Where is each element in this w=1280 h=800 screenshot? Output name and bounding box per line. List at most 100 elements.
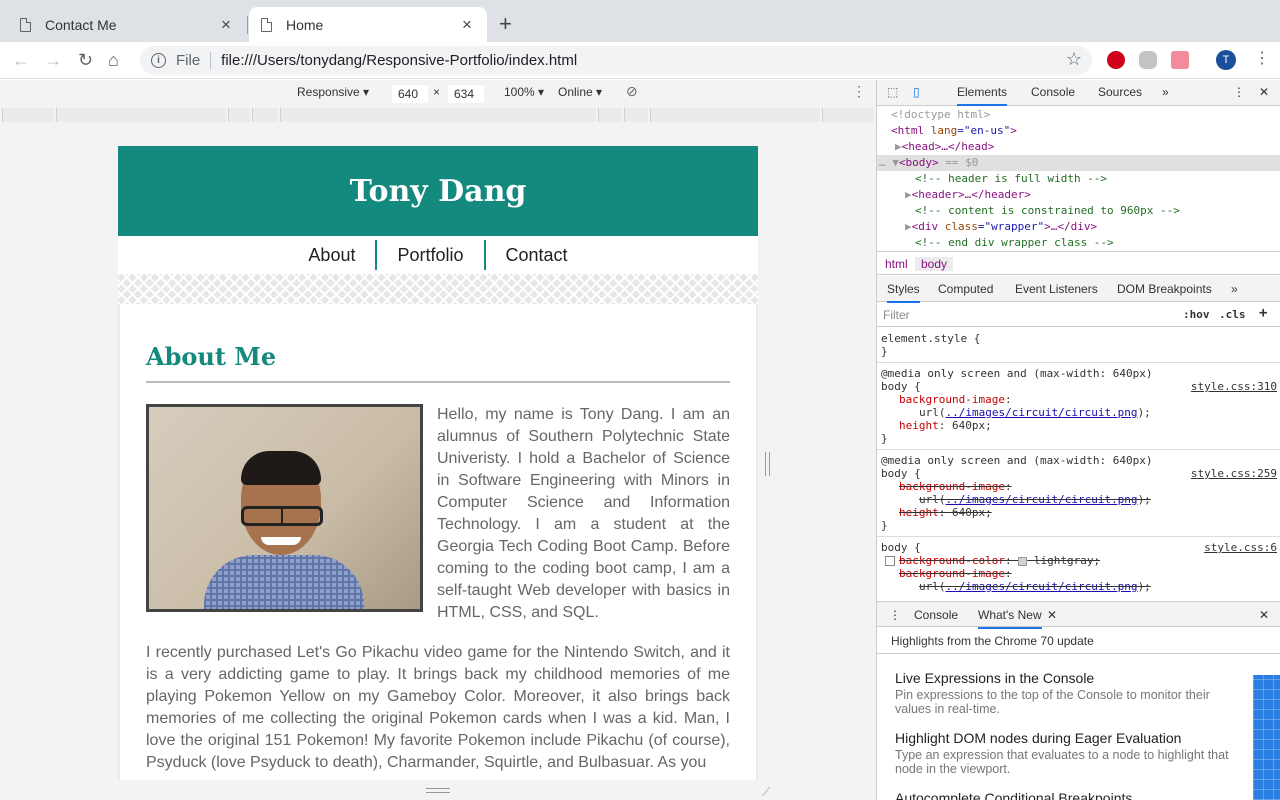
tab-computed[interactable]: Computed bbox=[938, 282, 993, 296]
url-text[interactable]: file:///Users/tonydang/Responsive-Portfo… bbox=[221, 52, 577, 69]
drawer-menu-icon[interactable]: ⋮ bbox=[889, 608, 901, 622]
forward-arrow-icon[interactable]: → bbox=[44, 50, 62, 70]
opera-extension-icon[interactable] bbox=[1107, 51, 1125, 69]
whats-new-header: Highlights from the Chrome 70 update bbox=[877, 628, 1280, 654]
tab-elements[interactable]: Elements bbox=[957, 85, 1008, 106]
profile-avatar[interactable]: T bbox=[1216, 50, 1236, 70]
dom-header[interactable]: ▶<header>…</header> bbox=[877, 187, 1280, 203]
close-devtools-icon[interactable]: ✕ bbox=[1259, 85, 1269, 99]
news-description: Type an expression that evaluates to a n… bbox=[895, 748, 1229, 776]
about-heading: About Me bbox=[146, 342, 730, 383]
source-link[interactable]: style.css:259 bbox=[1191, 467, 1277, 480]
dom-body-selected[interactable]: … ▼<body> == $0 bbox=[877, 155, 1280, 171]
dom-comment[interactable]: <!-- header is full width --> bbox=[877, 171, 1280, 187]
close-tab-icon[interactable]: × bbox=[218, 15, 234, 35]
crumb-body[interactable]: body bbox=[915, 257, 954, 271]
cloud-extension-icon[interactable] bbox=[1139, 51, 1157, 69]
new-tab-button[interactable]: + bbox=[499, 12, 512, 36]
drawer-tab-whats-new[interactable]: What's New bbox=[978, 608, 1042, 629]
close-whats-new-icon[interactable]: ✕ bbox=[1047, 608, 1057, 622]
devtools-tabbar: ⬚ ▯ Elements Console Sources » ⋮ ✕ bbox=[877, 80, 1280, 106]
style-rule: body {style.css:6 background-color: ligh… bbox=[881, 541, 1277, 593]
tab-console[interactable]: Console bbox=[1031, 85, 1075, 99]
device-toggle-icon[interactable]: ▯ bbox=[913, 85, 920, 99]
tab-title: Contact Me bbox=[45, 16, 117, 33]
news-thumbnail bbox=[1253, 675, 1280, 800]
styles-pane[interactable]: element.style { } @media only screen and… bbox=[877, 328, 1280, 600]
resize-handle-corner[interactable]: ⟋ bbox=[762, 785, 770, 800]
resize-handle-right[interactable] bbox=[765, 452, 770, 476]
drawer-tab-console[interactable]: Console bbox=[914, 608, 958, 622]
styles-subtabs: Styles Computed Event Listeners DOM Brea… bbox=[877, 276, 1280, 303]
reload-icon[interactable]: ↻ bbox=[78, 50, 93, 70]
nav-link-about[interactable]: About bbox=[288, 240, 378, 270]
news-description: Pin expressions to the top of the Consol… bbox=[895, 688, 1210, 716]
class-toggle[interactable]: .cls bbox=[1219, 308, 1246, 321]
more-tabs-icon[interactable]: » bbox=[1162, 85, 1169, 99]
news-title[interactable]: Highlight DOM nodes during Eager Evaluat… bbox=[895, 730, 1235, 746]
dom-head[interactable]: ▶<head>…</head> bbox=[877, 139, 1280, 155]
back-arrow-icon[interactable]: ← bbox=[12, 50, 30, 70]
dom-div-wrapper[interactable]: ▶<div class="wrapper">…</div> bbox=[877, 219, 1280, 235]
about-paragraph-2: I recently purchased Let's Go Pikachu vi… bbox=[146, 644, 730, 771]
rotate-icon[interactable]: ⊘ bbox=[626, 83, 638, 100]
tab-event-listeners[interactable]: Event Listeners bbox=[1015, 282, 1098, 296]
bookmark-star-icon[interactable]: ☆ bbox=[1066, 49, 1082, 70]
document-icon bbox=[20, 17, 31, 32]
about-content: Hello, my name is Tony Dang. I am an alu… bbox=[146, 404, 730, 774]
viewport-height-input[interactable]: 634 bbox=[448, 85, 484, 103]
devtools-panel: ⬚ ▯ Elements Console Sources » ⋮ ✕ <!doc… bbox=[876, 80, 1280, 800]
dom-tree[interactable]: <!doctype html> <html lang="en-us"> ▶<he… bbox=[877, 107, 1280, 251]
device-toolbar: Responsive ▾ 640 × 634 100% ▾ Online ▾ ⊘… bbox=[0, 80, 876, 104]
home-icon[interactable]: ⌂ bbox=[108, 50, 119, 70]
decorative-pattern-band bbox=[118, 274, 758, 304]
profile-photo bbox=[146, 404, 423, 612]
dom-comment[interactable]: <!-- end div wrapper class --> bbox=[877, 235, 1280, 251]
cast-extension-icon[interactable] bbox=[1171, 51, 1189, 69]
info-icon[interactable]: i bbox=[151, 53, 166, 68]
crumb-html[interactable]: html bbox=[879, 257, 914, 271]
dom-doctype[interactable]: <!doctype html> bbox=[877, 107, 1280, 123]
source-link[interactable]: style.css:6 bbox=[1204, 541, 1277, 554]
media-query-bar[interactable] bbox=[0, 104, 876, 124]
site-nav: About Portfolio Contact bbox=[118, 236, 758, 274]
network-select[interactable]: Online ▾ bbox=[558, 85, 602, 99]
filter-input[interactable]: Filter bbox=[883, 308, 910, 322]
devtools-menu-icon[interactable]: ⋮ bbox=[1233, 85, 1245, 99]
dom-comment[interactable]: <!-- content is constrained to 960px --> bbox=[877, 203, 1280, 219]
resize-handle-bottom[interactable] bbox=[426, 788, 450, 793]
new-style-rule-button[interactable]: + bbox=[1259, 305, 1267, 321]
style-rule-overridden: @media only screen and (max-width: 640px… bbox=[877, 450, 1280, 537]
nav-link-portfolio[interactable]: Portfolio bbox=[377, 240, 486, 270]
tab-strip: Contact Me × Home × + bbox=[0, 0, 1280, 42]
viewport-width-input[interactable]: 640 bbox=[392, 85, 428, 103]
close-tab-icon[interactable]: × bbox=[459, 15, 475, 35]
dimension-times: × bbox=[433, 85, 441, 99]
browser-toolbar: ← → ↻ ⌂ i File file:///Users/tonydang/Re… bbox=[0, 42, 1280, 79]
tab-sources[interactable]: Sources bbox=[1098, 85, 1142, 99]
document-icon bbox=[261, 17, 272, 32]
device-toolbar-menu-icon[interactable]: ⋮ bbox=[852, 83, 866, 100]
browser-menu-icon[interactable]: ⋮ bbox=[1254, 49, 1270, 69]
zoom-select[interactable]: 100% ▾ bbox=[504, 85, 544, 99]
source-link[interactable]: style.css:310 bbox=[1191, 380, 1277, 393]
nav-link-contact[interactable]: Contact bbox=[486, 240, 588, 270]
close-drawer-icon[interactable]: ✕ bbox=[1259, 608, 1269, 622]
tab-styles[interactable]: Styles bbox=[887, 282, 920, 303]
style-rule: @media only screen and (max-width: 640px… bbox=[877, 363, 1280, 450]
inspect-element-icon[interactable]: ⬚ bbox=[887, 85, 898, 99]
news-title[interactable]: Autocomplete Conditional Breakpoints bbox=[895, 790, 1235, 800]
tab-home[interactable]: Home × bbox=[249, 7, 487, 42]
tab-contact-me[interactable]: Contact Me × bbox=[8, 7, 246, 42]
tab-dom-breakpoints[interactable]: DOM Breakpoints bbox=[1117, 282, 1212, 296]
tab-title: Home bbox=[286, 16, 324, 33]
device-select[interactable]: Responsive ▾ bbox=[297, 85, 369, 99]
more-subtabs-icon[interactable]: » bbox=[1231, 282, 1238, 296]
color-swatch[interactable] bbox=[1018, 556, 1028, 566]
hover-state-toggle[interactable]: :hov bbox=[1183, 308, 1210, 321]
whats-new-list: Live Expressions in the Console Pin expr… bbox=[895, 670, 1235, 800]
property-checkbox[interactable] bbox=[885, 556, 895, 566]
news-title[interactable]: Live Expressions in the Console bbox=[895, 670, 1235, 686]
about-card: About Me Hello, my name is Tony Dang. I … bbox=[120, 304, 756, 780]
address-bar[interactable]: i File file:///Users/tonydang/Responsive… bbox=[140, 46, 1092, 75]
